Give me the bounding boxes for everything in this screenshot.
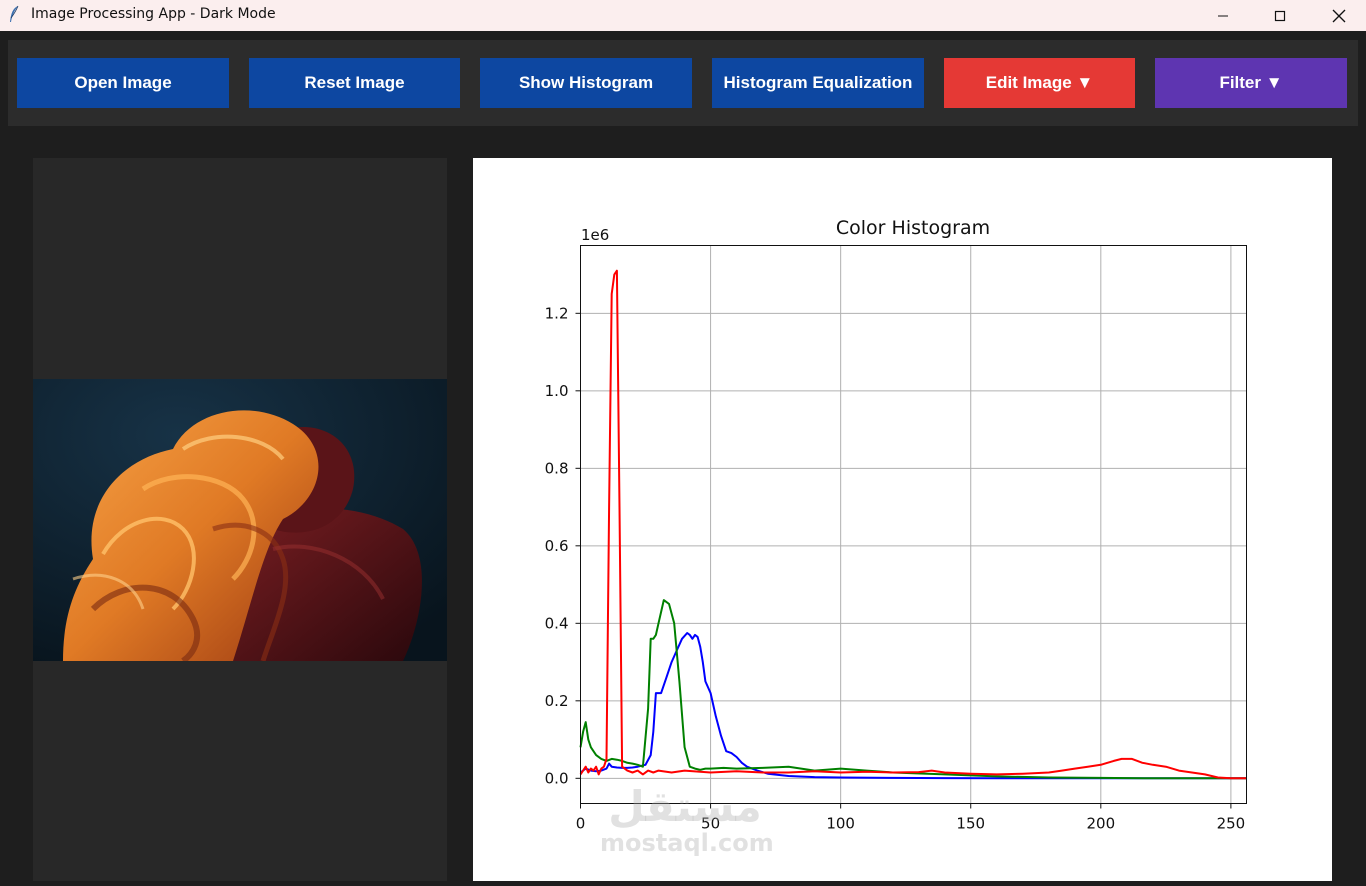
y-offset-label: 1e6 (581, 226, 609, 244)
open-image-button[interactable]: Open Image (17, 58, 229, 108)
x-tick-label: 150 (956, 815, 985, 833)
filter-dropdown-button[interactable]: Filter ▼ (1155, 58, 1347, 108)
y-tick-label: 0.4 (545, 614, 569, 632)
close-icon (1332, 9, 1346, 22)
histogram-panel: Color Histogram 1e6 0 50 100 150 200 250 0.0 0.… (473, 158, 1332, 881)
x-tick-label: 0 (576, 815, 586, 833)
y-tick-label: 0.8 (545, 459, 569, 477)
window-title: Image Processing App - Dark Mode (31, 6, 276, 22)
show-histogram-button[interactable]: Show Histogram (480, 58, 692, 108)
x-tick-label: 250 (1217, 815, 1246, 833)
reset-image-button[interactable]: Reset Image (249, 58, 460, 108)
y-tick-label: 1.2 (545, 304, 569, 322)
plot-frame (580, 245, 1247, 804)
green-channel-line (579, 599, 1247, 780)
maximize-button[interactable] (1257, 0, 1303, 31)
image-preview (33, 379, 447, 661)
toolbar: Open Image Reset Image Show Histogram Hi… (8, 40, 1358, 126)
edit-image-dropdown-button[interactable]: Edit Image ▼ (944, 58, 1135, 108)
x-tick-label: 100 (826, 815, 855, 833)
color-histogram-chart: Color Histogram 1e6 0 50 100 150 200 250 0.0 0.… (545, 217, 1247, 833)
y-tick-label: 1.0 (545, 382, 569, 400)
image-panel (33, 158, 447, 881)
histogram-lines (579, 269, 1247, 780)
y-tick-label: 0.6 (545, 537, 569, 555)
feather-icon (10, 5, 19, 22)
axis-ticks: 0 50 100 150 200 250 0.0 0.2 0.4 0.6 0.8 1.0 1.2 (545, 304, 1246, 832)
chart-title: Color Histogram (836, 217, 990, 239)
histogram-equalization-button[interactable]: Histogram Equalization (712, 58, 924, 108)
maximize-icon (1274, 10, 1286, 21)
grid-lines (580, 245, 1247, 804)
y-tick-label: 0.2 (545, 692, 569, 710)
y-tick-label: 0.0 (545, 769, 569, 787)
close-button[interactable] (1316, 0, 1362, 31)
x-tick-label: 50 (701, 815, 720, 833)
minimize-icon (1218, 15, 1228, 16)
title-bar: Image Processing App - Dark Mode (0, 0, 1366, 31)
minimize-button[interactable] (1200, 0, 1246, 31)
x-tick-label: 200 (1086, 815, 1115, 833)
abstract-flower-image (33, 379, 447, 661)
